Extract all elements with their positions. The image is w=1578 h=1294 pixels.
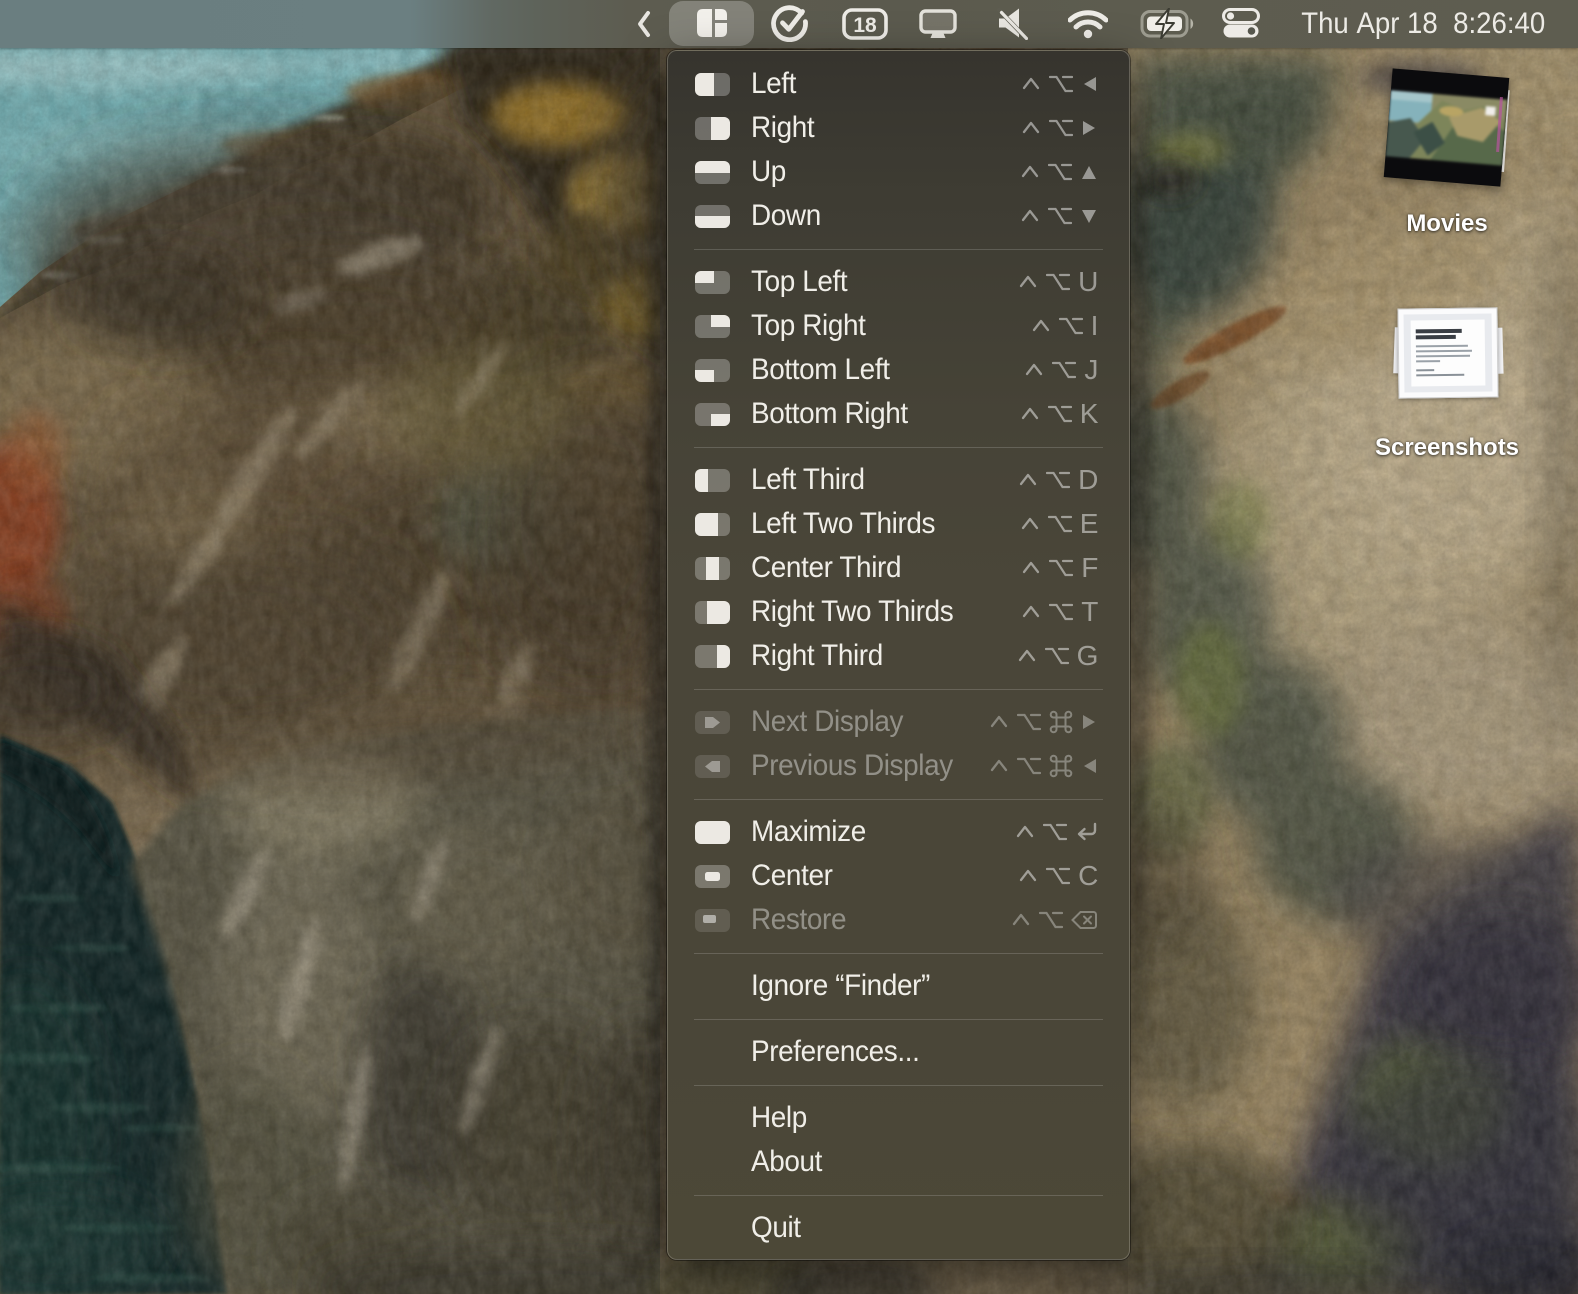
svg-text:18: 18 [853,14,877,37]
